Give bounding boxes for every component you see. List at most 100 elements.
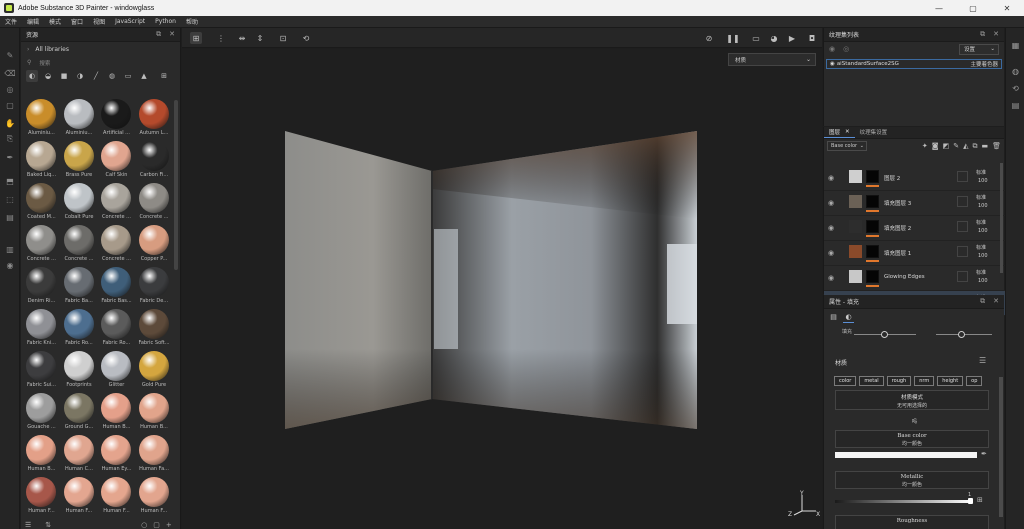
panel-close-icon[interactable]: ✕	[169, 30, 175, 39]
filter-textures-icon[interactable]: ■	[58, 70, 70, 82]
material-tile[interactable]: Calf Skin	[98, 140, 135, 182]
material-tile[interactable]: Fabric Soft...	[136, 308, 173, 350]
filter-materials-icon[interactable]: ◒	[42, 70, 54, 82]
tab-material-icon[interactable]: ◐	[843, 312, 854, 323]
material-tile[interactable]: Ground G...	[61, 392, 98, 434]
render-icon[interactable]: ◕	[768, 32, 780, 44]
viewport-mode-icon[interactable]: ▭	[750, 32, 762, 44]
material-tile[interactable]: Brass Pure	[61, 140, 98, 182]
filter-environments-icon[interactable]: ▭	[122, 70, 134, 82]
toggle-op[interactable]: op	[966, 376, 983, 386]
eye-icon[interactable]: ◉	[828, 249, 834, 257]
material-tile[interactable]: Fabric Bas...	[98, 266, 135, 308]
undock-icon[interactable]: ⧉	[980, 30, 985, 39]
scale-slider-knob[interactable]	[958, 331, 965, 338]
layer-blend-mode[interactable]: 标准	[976, 194, 986, 201]
material-tile[interactable]: Fabric Ro...	[61, 308, 98, 350]
projection-icon[interactable]: ◎	[4, 84, 16, 94]
tab-layers[interactable]: 图层 ✕	[824, 126, 855, 138]
material-tile[interactable]: Glitter	[98, 350, 135, 392]
layer-blend-mode[interactable]: 标准	[976, 169, 986, 176]
visibility-icon[interactable]: ◉	[829, 45, 835, 53]
roughness-box[interactable]: Roughness	[835, 515, 989, 529]
settings-select[interactable]: 设置 ⌄	[959, 43, 999, 55]
layer-row[interactable]: ◉ 填充图层 2 标准 100	[824, 216, 1005, 241]
channel-select[interactable]: Base color ⌄	[827, 141, 867, 151]
sort-icon[interactable]: ⇅	[45, 521, 51, 529]
menu-help[interactable]: 帮助	[181, 17, 203, 26]
tab-texture-settings[interactable]: 纹理集设置	[855, 126, 893, 138]
toggle-nrm[interactable]: nrm	[914, 376, 935, 386]
metallic-slider-knob[interactable]	[968, 498, 973, 504]
material-tile[interactable]: Concrete ...	[98, 224, 135, 266]
material-tile[interactable]: Human F...	[61, 476, 98, 518]
layer-opacity[interactable]: 100	[978, 203, 988, 209]
base-color-swatch[interactable]	[835, 452, 977, 458]
menu-icon[interactable]: ☰	[979, 356, 986, 365]
add-folder-icon[interactable]: ▬	[981, 142, 988, 151]
scene-model[interactable]	[182, 49, 822, 529]
export-icon[interactable]: ▥	[4, 244, 16, 254]
toggle-color[interactable]: color	[834, 376, 857, 386]
camera-icon[interactable]: ▶	[786, 32, 798, 44]
add-fill-layer-icon[interactable]: ◭	[963, 142, 968, 151]
eye-icon[interactable]: ◉	[828, 274, 834, 282]
add-paint-layer-icon[interactable]: ✎	[953, 142, 959, 151]
eye-icon[interactable]: ◉	[830, 61, 835, 67]
layer-opacity[interactable]: 100	[978, 278, 988, 284]
eye-icon[interactable]: ◉	[828, 224, 834, 232]
panel-close-icon[interactable]: ✕	[993, 297, 999, 306]
all-libraries-row[interactable]: › All libraries	[21, 42, 180, 56]
properties-scrollbar[interactable]	[999, 377, 1003, 517]
material-tile[interactable]: Human B...	[136, 392, 173, 434]
grid-display-icon[interactable]: ⊞	[190, 32, 202, 44]
resources-icon[interactable]: ▦	[1010, 40, 1021, 51]
material-tile[interactable]: Human F...	[23, 476, 60, 518]
toggle-rough[interactable]: rough	[886, 376, 912, 386]
material-tile[interactable]: Concrete ...	[61, 224, 98, 266]
material-tile[interactable]: Aluminiu...	[61, 98, 98, 140]
search-input[interactable]: 搜索	[39, 59, 50, 67]
clone-icon[interactable]: ⎘	[4, 134, 16, 144]
layer-blend-mode[interactable]: 标准	[976, 269, 986, 276]
layer-blend-mode[interactable]: 标准	[976, 219, 986, 226]
metallic-slider[interactable]	[835, 500, 972, 503]
filter-procedurals-icon[interactable]: ◍	[106, 70, 118, 82]
add-resource-icon[interactable]: +	[166, 521, 172, 529]
grid-view-icon[interactable]: ⊞	[158, 70, 170, 82]
tab-properties-icon[interactable]: ▤	[828, 312, 839, 323]
add-mask-icon[interactable]: ◙	[932, 142, 939, 151]
layer-mask-slot[interactable]	[957, 196, 968, 207]
menu-file[interactable]: 文件	[0, 17, 22, 26]
material-tile[interactable]: Fabric Sui...	[23, 350, 60, 392]
minimize-button[interactable]: —	[922, 0, 956, 16]
smudge-icon[interactable]: ✋	[4, 118, 16, 128]
selection-icon[interactable]: ⬚	[4, 194, 16, 204]
texture-set-item[interactable]: ◉ aiStandardSurface2SG 主要着色器	[826, 59, 1002, 69]
history-icon[interactable]: ⟲	[300, 32, 312, 44]
menu-view[interactable]: 视图	[88, 17, 110, 26]
layer-row[interactable]: ◉ Glowing Edges 标准 100	[824, 266, 1005, 291]
material-tile[interactable]: Human B...	[23, 434, 60, 476]
maximize-button[interactable]: ▢	[956, 0, 990, 16]
menu-edit[interactable]: 编辑	[22, 17, 44, 26]
material-tile[interactable]: Copper P...	[136, 224, 173, 266]
material-tile[interactable]: Human Ey...	[98, 434, 135, 476]
filter-smart-materials-icon[interactable]: ◑	[74, 70, 86, 82]
menu-javascript[interactable]: JavaScript	[110, 18, 150, 25]
viewport[interactable]: 材质 ⌄ Y Z X	[182, 49, 822, 529]
shelf-icon[interactable]: ◍	[1010, 66, 1021, 77]
layer-mask-slot[interactable]	[957, 246, 968, 257]
material-tile[interactable]: Human Fa...	[136, 434, 173, 476]
material-tile[interactable]: Autumn L...	[136, 98, 173, 140]
material-tile[interactable]: Baked Liq...	[23, 140, 60, 182]
pause-icon[interactable]: ❚❚	[726, 32, 739, 44]
layer-opacity[interactable]: 100	[978, 228, 988, 234]
paint-brush-icon[interactable]: ✎	[4, 50, 16, 60]
library-scrollbar[interactable]	[174, 100, 178, 270]
menu-mode[interactable]: 模式	[44, 17, 66, 26]
add-fill-icon[interactable]: ◩	[943, 142, 950, 151]
material-tile[interactable]: Carbon Fi...	[136, 140, 173, 182]
menu-python[interactable]: Python	[150, 18, 181, 25]
picker-icon[interactable]: ✒	[4, 152, 16, 162]
